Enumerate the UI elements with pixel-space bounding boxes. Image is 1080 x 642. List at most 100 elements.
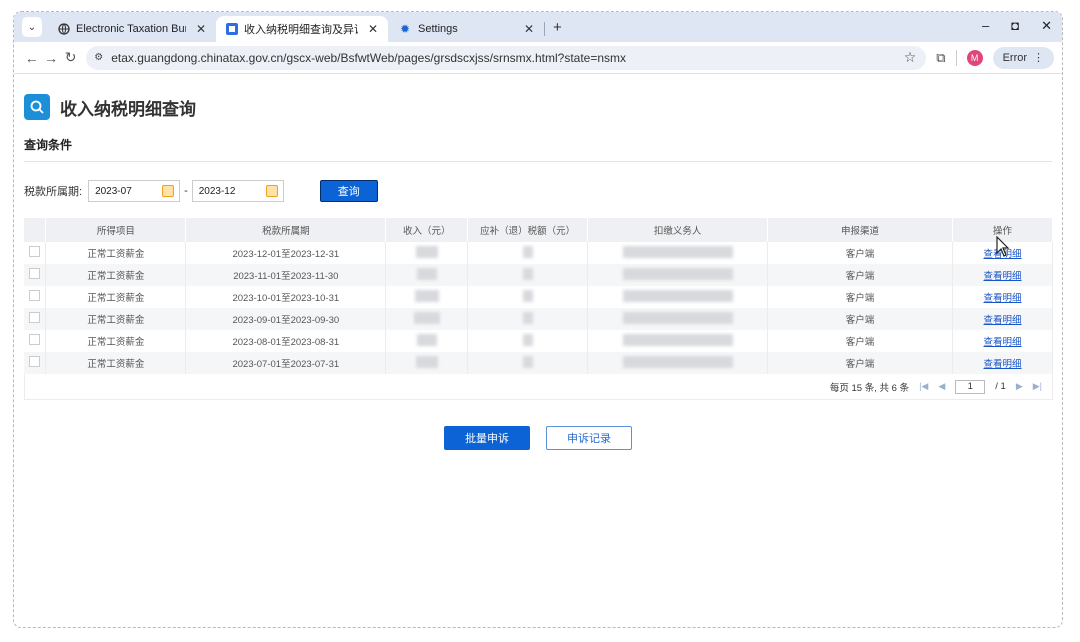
page-content: 收入纳税明细查询 查询条件 税款所属期: 2023-07 - 2023-12 查… <box>14 94 1062 450</box>
channel-cell: 客户端 <box>767 308 953 330</box>
income-detail-table: 所得项目 税款所属期 收入（元） 应补（退）税额（元） 扣缴义务人 申报渠道 操… <box>24 218 1054 374</box>
income-item-cell: 正常工资薪金 <box>45 286 187 308</box>
row-checkbox[interactable] <box>24 308 47 330</box>
end-period-input[interactable]: 2023-12 <box>191 180 284 202</box>
batch-appeal-button[interactable]: 批量申诉 <box>444 426 530 450</box>
tax-cell-redacted <box>467 242 589 264</box>
query-filter: 税款所属期: 2023-07 - 2023-12 查询 <box>24 180 1052 202</box>
tab-search-button[interactable]: ⌄ <box>22 17 42 37</box>
row-checkbox[interactable] <box>24 286 47 308</box>
bookmark-star-icon[interactable]: ☆ <box>904 49 917 66</box>
back-icon[interactable]: ← <box>22 50 41 66</box>
close-tab-icon[interactable]: ✕ <box>524 22 534 36</box>
extensions-icon[interactable]: ⧉ <box>936 50 945 66</box>
period-cell: 2023-07-01至2023-07-31 <box>185 352 387 374</box>
last-page-icon[interactable]: ▶| <box>1033 381 1042 392</box>
column-header: 收入（元） <box>385 218 469 242</box>
table-row: 正常工资薪金 2023-12-01至2023-12-31 客户端 查看明细 <box>24 242 1054 264</box>
tab-electronic-taxation[interactable]: Electronic Taxation Bureau fo ✕ <box>48 16 216 42</box>
gear-icon: ✹ <box>399 22 411 36</box>
forward-icon[interactable]: → <box>41 50 60 66</box>
search-icon <box>24 94 50 120</box>
period-cell: 2023-09-01至2023-09-30 <box>185 308 387 330</box>
view-detail-link[interactable]: 查看明细 <box>983 359 1021 370</box>
reload-icon[interactable]: ↻ <box>61 49 80 66</box>
address-bar-row: ← → ↻ ⚙ etax.guangdong.chinatax.gov.cn/g… <box>14 42 1062 74</box>
page-number-input[interactable]: 1 <box>955 379 986 394</box>
profile-avatar[interactable]: M <box>966 49 983 66</box>
income-item-cell: 正常工资薪金 <box>45 352 187 374</box>
row-checkbox[interactable] <box>24 330 47 352</box>
channel-cell: 客户端 <box>767 242 953 264</box>
address-bar[interactable]: ⚙ etax.guangdong.chinatax.gov.cn/gscx-we… <box>86 45 927 70</box>
period-cell: 2023-11-01至2023-11-30 <box>185 264 387 286</box>
view-detail-link[interactable]: 查看明细 <box>983 315 1021 326</box>
tab-income-tax-query[interactable]: 收入纳税明细查询及异议申请 ✕ <box>216 16 388 42</box>
period-label: 税款所属期: <box>24 186 83 198</box>
error-menu-button[interactable]: Error ⋮ <box>992 46 1055 69</box>
prev-page-icon[interactable]: ◀ <box>938 381 945 392</box>
next-page-icon[interactable]: ▶ <box>1016 381 1023 392</box>
checkbox[interactable] <box>29 334 41 345</box>
tab-settings[interactable]: ✹ Settings ✕ <box>388 16 544 42</box>
withholder-cell-redacted <box>587 330 769 352</box>
income-cell-redacted <box>385 352 469 374</box>
income-cell-redacted <box>385 308 469 330</box>
start-period-input[interactable]: 2023-07 <box>88 180 181 202</box>
minimize-icon[interactable]: – <box>982 18 989 34</box>
toolbar-right: ⧉ M Error ⋮ <box>936 46 1055 69</box>
income-cell-redacted <box>385 264 469 286</box>
browser-window: ⌄ Electronic Taxation Bureau fo ✕ 收入纳税明细… <box>13 11 1063 628</box>
page-header: 收入纳税明细查询 <box>24 94 1052 120</box>
total-pages: / 1 <box>995 381 1006 392</box>
pagination-summary: 每页 15 条, 共 6 条 <box>829 382 910 394</box>
checkbox[interactable] <box>29 246 41 257</box>
checkbox[interactable] <box>29 312 41 323</box>
tax-cell-redacted <box>467 264 589 286</box>
column-header: 应补（退）税额（元） <box>467 218 589 242</box>
calendar-icon[interactable] <box>162 185 175 197</box>
table-row: 正常工资薪金 2023-10-01至2023-10-31 客户端 查看明细 <box>24 286 1054 308</box>
restore-icon[interactable]: ◘ <box>1011 18 1019 34</box>
first-page-icon[interactable]: |◀ <box>919 381 928 392</box>
income-item-cell: 正常工资薪金 <box>45 242 187 264</box>
action-buttons: 批量申诉 申诉记录 <box>24 426 1052 450</box>
table-row: 正常工资薪金 2023-09-01至2023-09-30 客户端 查看明细 <box>24 308 1054 330</box>
close-tab-icon[interactable]: ✕ <box>196 22 206 36</box>
more-vert-icon: ⋮ <box>1033 52 1045 64</box>
tab-separator <box>544 22 545 36</box>
site-info-icon[interactable]: ⚙ <box>94 52 103 63</box>
page-title: 收入纳税明细查询 <box>60 99 196 119</box>
view-detail-link[interactable]: 查看明细 <box>983 271 1021 282</box>
appeal-record-button[interactable]: 申诉记录 <box>546 426 632 450</box>
withholder-cell-redacted <box>587 352 769 374</box>
calendar-icon[interactable] <box>265 185 278 197</box>
column-header: 税款所属期 <box>185 218 387 242</box>
pagination: 每页 15 条, 共 6 条 |◀ ◀ 1 / 1 ▶ ▶| <box>24 374 1053 400</box>
view-detail-link[interactable]: 查看明细 <box>983 293 1021 304</box>
row-checkbox[interactable] <box>24 264 47 286</box>
checkbox[interactable] <box>29 268 41 279</box>
row-checkbox[interactable] <box>24 242 47 264</box>
checkbox[interactable] <box>29 290 41 301</box>
close-tab-icon[interactable]: ✕ <box>368 22 378 36</box>
withholder-cell-redacted <box>587 286 769 308</box>
column-header: 申报渠道 <box>767 218 953 242</box>
income-item-cell: 正常工资薪金 <box>45 264 187 286</box>
period-cell: 2023-08-01至2023-08-31 <box>185 330 387 352</box>
channel-cell: 客户端 <box>767 264 953 286</box>
range-separator: - <box>184 185 188 197</box>
channel-cell: 客户端 <box>767 286 953 308</box>
new-tab-button[interactable]: + <box>553 19 562 36</box>
close-window-icon[interactable]: ✕ <box>1041 18 1052 34</box>
view-detail-link[interactable]: 查看明细 <box>983 337 1021 348</box>
table-row: 正常工资薪金 2023-07-01至2023-07-31 客户端 查看明细 <box>24 352 1054 374</box>
row-checkbox[interactable] <box>24 352 47 374</box>
window-controls: – ◘ ✕ <box>982 18 1052 34</box>
withholder-cell-redacted <box>587 308 769 330</box>
query-button[interactable]: 查询 <box>319 180 378 202</box>
tax-cell-redacted <box>467 286 589 308</box>
withholder-cell-redacted <box>587 264 769 286</box>
withholder-cell-redacted <box>587 242 769 264</box>
checkbox[interactable] <box>29 356 41 367</box>
